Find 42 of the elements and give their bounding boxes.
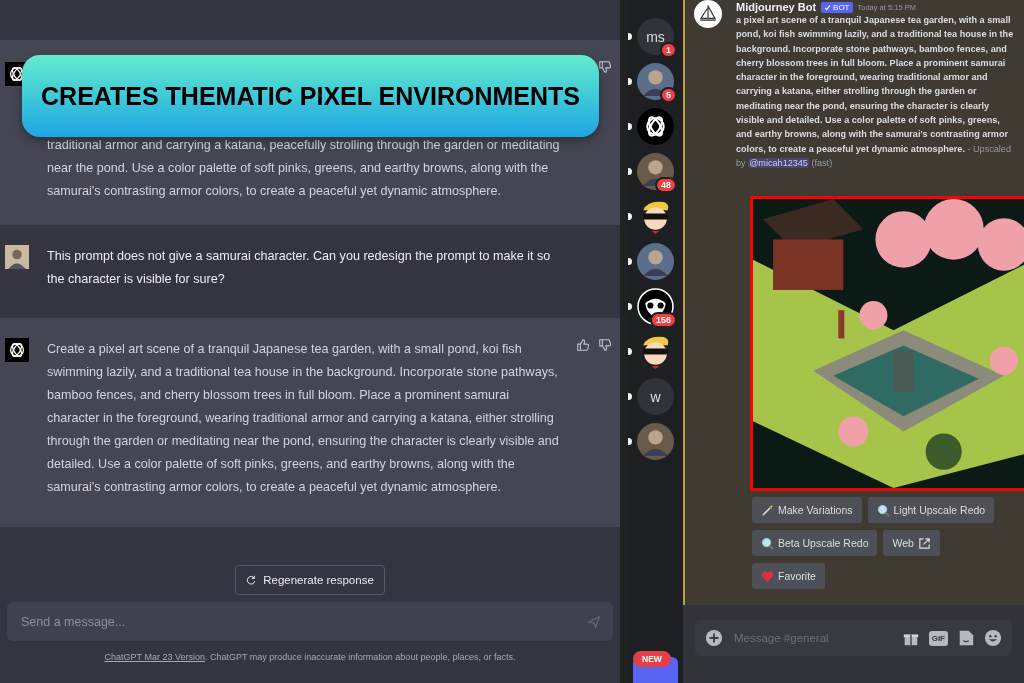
- refresh-icon: [246, 575, 257, 585]
- message-text: traditional armor and carrying a katana, peacefully strolling through the garden or meditating near the pond. Use a color palette of soft pinks, greens, and earthy browns, along with the samurai's contrasting armor colors, to create a peaceful yet dynamic atmosphere.: [47, 137, 560, 200]
- author-name[interactable]: Midjourney Bot: [736, 1, 817, 13]
- unread-count-badge: 48: [655, 177, 677, 193]
- unread-count-badge: 156: [649, 312, 677, 328]
- message-input-field[interactable]: Send a message...: [19, 613, 587, 630]
- message-input-box[interactable]: Send a message...: [7, 602, 613, 641]
- magic-wand-icon: [761, 503, 774, 517]
- server-icon[interactable]: w: [637, 378, 674, 415]
- check-icon: [824, 3, 832, 11]
- message-text: Create a pixel art scene of a tranquil Japanese tea garden, with a small pond, koi fish swimming lazily, and a traditional tea house in the background. Incorporate stone pathways, bamboo fences, and cherry blossom trees in full bloom. Place a prominent samurai character in the foreground, wearing traditional armor and carrying a katana, either strolling through the garden or meditating near the pond, ensuring the character is clearly visible and detailed. Use a color palette of soft pinks, greens, and earthy browns, along with the samurai's contrasting armor colors, to create a peaceful yet dynamic atmosphere.: [47, 341, 560, 496]
- emoji-icon[interactable]: [984, 629, 1002, 647]
- thumbs-down-icon[interactable]: [598, 338, 612, 352]
- bot-label: BOT: [833, 2, 850, 12]
- user-mention[interactable]: @micah12345: [748, 157, 809, 168]
- title-banner: CREATES THEMATIC PIXEL ENVIRONMENTS: [22, 55, 599, 137]
- magnifier-icon: [761, 536, 774, 550]
- external-link-icon: [917, 536, 931, 550]
- add-icon[interactable]: [705, 629, 723, 647]
- version-link[interactable]: ChatGPT Mar 23 Version: [104, 652, 205, 662]
- action-button[interactable]: Light Upscale Redo: [867, 497, 995, 524]
- thumbs-down-icon[interactable]: [598, 60, 612, 74]
- user-avatar-icon: [5, 245, 29, 269]
- disclaimer-text: ChatGPT Mar 23 Version. ChatGPT may produce inaccurate information about people, places, or facts.: [104, 652, 516, 662]
- magnifier-icon: [876, 503, 890, 517]
- knot-logo-icon[interactable]: [637, 108, 674, 145]
- sticker-icon[interactable]: [957, 629, 975, 647]
- action-button[interactable]: Web: [883, 530, 940, 557]
- thumbs-up-icon[interactable]: [576, 338, 590, 352]
- message-text: This prompt does not give a samurai character. Can you redesign the prompt to make it so the character is visible for sure?: [47, 248, 552, 288]
- action-button[interactable]: Make Variations: [752, 497, 862, 524]
- server-avatar-icon[interactable]: [637, 423, 674, 460]
- server-avatar-icon[interactable]: [637, 63, 674, 100]
- heart-icon: [761, 569, 774, 583]
- server-avatar-icon[interactable]: [637, 243, 674, 280]
- regenerate-response-button[interactable]: Regenerate response: [235, 565, 385, 595]
- message-text: a pixel art scene of a tranquil Japanese tea garden, with a small pond, koi fish swimming lazily, and a traditional tea house in the background. Incorporate stone pathways, bamboo fences, and cherry blossom trees in full bloom. Place a prominent samurai character in the foreground, wearing traditional armor and carrying a katana, either strolling through the garden or meditating near the pond, ensuring the character is clearly visible and detailed. Use a color palette of soft pinks, greens, and earthy browns, along with the samurai's contrasting armor colors, to create a peaceful yet dynamic atmosphere. - Upscaled by @micah12345 (fast): [736, 14, 1015, 170]
- gif-button[interactable]: GIF: [928, 630, 948, 646]
- owl-logo-icon[interactable]: [637, 288, 674, 325]
- action-button[interactable]: Beta Upscale Redo: [752, 530, 878, 557]
- new-badge: NEW: [633, 651, 671, 667]
- action-button[interactable]: Favorite: [752, 563, 825, 590]
